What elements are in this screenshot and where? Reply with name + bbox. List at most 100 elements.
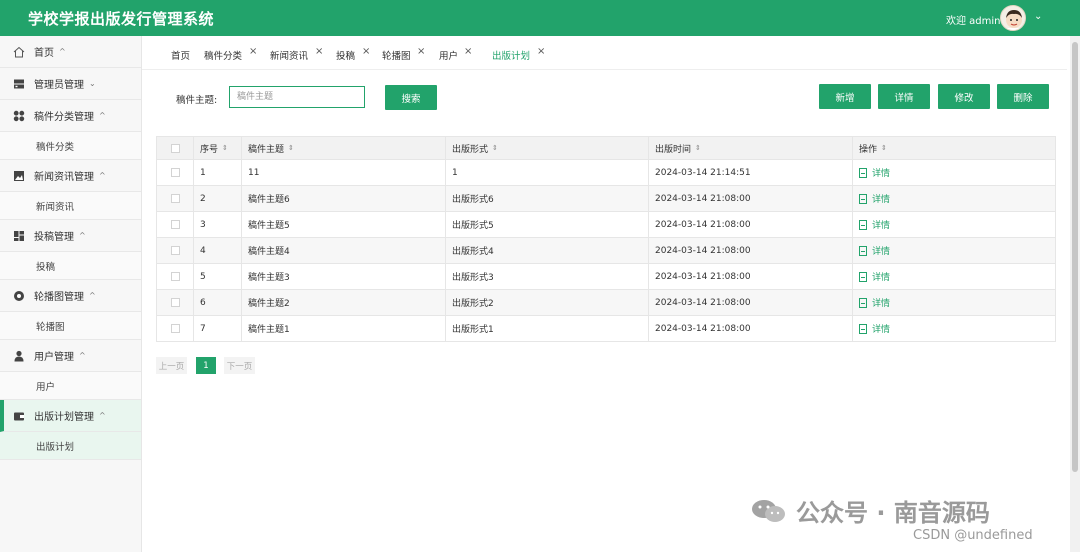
- sidebar-subitem-carousel[interactable]: 轮播图: [0, 312, 141, 340]
- row-detail-link[interactable]: 详情: [859, 296, 890, 309]
- row-detail-link[interactable]: 详情: [859, 192, 890, 205]
- cell-no: 5: [194, 264, 242, 289]
- chevron-down-icon[interactable]: ⌄: [1034, 11, 1042, 22]
- add-button[interactable]: 新增: [819, 84, 871, 109]
- scrollbar[interactable]: [1070, 36, 1080, 552]
- sidebar-subitem-submission[interactable]: 投稿: [0, 252, 141, 280]
- sort-icon[interactable]: ⇕: [222, 144, 228, 152]
- row-checkbox[interactable]: [170, 272, 180, 281]
- sidebar-subitem-news[interactable]: 新闻资讯: [0, 192, 141, 220]
- table-row[interactable]: 7 稿件主题1 出版形式1 2024-03-14 21:08:00 详情: [156, 316, 1056, 342]
- sidebar: 首页 ^ 管理员管理 ⌄ 稿件分类管理 ^ 稿件分类 新闻资讯管理 ^ 新闻资讯…: [0, 36, 142, 552]
- column-header-no[interactable]: 序号 ⇕: [194, 137, 242, 159]
- document-icon: [859, 297, 867, 308]
- sidebar-subitem-users[interactable]: 用户: [0, 372, 141, 400]
- server-icon: [12, 77, 26, 91]
- cell-topic: 稿件主题2: [242, 290, 446, 315]
- tab-carousel[interactable]: 轮播图 ×: [382, 46, 425, 62]
- close-icon[interactable]: ×: [315, 46, 323, 57]
- tab-users[interactable]: 用户 ×: [439, 46, 472, 62]
- sidebar-item-publish-plan[interactable]: 出版计划管理 ^: [0, 400, 141, 432]
- close-icon[interactable]: ×: [537, 46, 545, 57]
- table-row[interactable]: 4 稿件主题4 出版形式4 2024-03-14 21:08:00 详情: [156, 238, 1056, 264]
- table-row[interactable]: 2 稿件主题6 出版形式6 2024-03-14 21:08:00 详情: [156, 186, 1056, 212]
- avatar[interactable]: [1000, 5, 1026, 31]
- close-icon[interactable]: ×: [464, 46, 472, 57]
- row-checkbox[interactable]: [170, 324, 180, 333]
- row-detail-link[interactable]: 详情: [859, 322, 890, 335]
- cell-action: 详情: [853, 264, 1056, 289]
- column-label: 稿件主题: [248, 144, 285, 155]
- sidebar-item-admin[interactable]: 管理员管理 ⌄: [0, 68, 141, 100]
- detail-button[interactable]: 详情: [878, 84, 930, 109]
- column-label: 出版时间: [655, 144, 692, 155]
- table-row[interactable]: 1 11 1 2024-03-14 21:14:51 详情: [156, 160, 1056, 186]
- tab-submission[interactable]: 投稿 ×: [336, 46, 370, 62]
- sort-icon[interactable]: ⇕: [695, 144, 701, 152]
- tab-news[interactable]: 新闻资讯 ×: [270, 46, 323, 62]
- scrollbar-thumb[interactable]: [1072, 42, 1078, 472]
- image-icon: [12, 169, 26, 183]
- sidebar-item-submission[interactable]: 投稿管理 ^: [0, 220, 141, 252]
- row-detail-link[interactable]: 详情: [859, 244, 890, 257]
- detail-label: 详情: [872, 221, 891, 231]
- row-checkbox[interactable]: [170, 298, 180, 307]
- delete-button[interactable]: 删除: [997, 84, 1049, 109]
- select-all-checkbox[interactable]: [170, 143, 180, 153]
- row-checkbox[interactable]: [170, 168, 180, 177]
- sidebar-item-category[interactable]: 稿件分类管理 ^: [0, 100, 141, 132]
- page-1-button[interactable]: 1: [196, 357, 216, 374]
- row-checkbox[interactable]: [170, 194, 180, 203]
- tab-home[interactable]: 首页: [171, 48, 190, 62]
- sort-icon[interactable]: ⇕: [881, 144, 887, 152]
- prev-page-button[interactable]: 上一页: [156, 357, 187, 374]
- sort-icon[interactable]: ⇕: [288, 144, 294, 152]
- column-header-action[interactable]: 操作 ⇕: [853, 137, 1056, 159]
- sidebar-item-label: 稿件分类管理: [34, 112, 94, 123]
- column-header-topic[interactable]: 稿件主题 ⇕: [242, 137, 446, 159]
- tab-category[interactable]: 稿件分类 ×: [204, 46, 257, 62]
- detail-label: 详情: [872, 247, 891, 257]
- tab-publish-plan[interactable]: 出版计划 ×: [492, 46, 545, 62]
- document-icon: [859, 167, 867, 178]
- cell-no: 1: [194, 160, 242, 185]
- cell-no: 7: [194, 316, 242, 341]
- cell-action: 详情: [853, 290, 1056, 315]
- sidebar-item-users[interactable]: 用户管理 ^: [0, 340, 141, 372]
- table-header: 序号 ⇕ 稿件主题 ⇕ 出版形式 ⇕ 出版时间 ⇕ 操作 ⇕: [156, 136, 1056, 160]
- cell-form: 出版形式2: [446, 290, 649, 315]
- row-checkbox[interactable]: [170, 246, 180, 255]
- row-detail-link[interactable]: 详情: [859, 166, 890, 179]
- row-detail-link[interactable]: 详情: [859, 218, 890, 231]
- sidebar-item-home[interactable]: 首页 ^: [0, 36, 141, 68]
- table-row[interactable]: 3 稿件主题5 出版形式5 2024-03-14 21:08:00 详情: [156, 212, 1056, 238]
- close-icon[interactable]: ×: [249, 46, 257, 57]
- record-icon: [12, 289, 26, 303]
- sidebar-item-label: 用户管理: [34, 352, 74, 363]
- column-label: 出版形式: [452, 144, 489, 155]
- cell-form: 出版形式3: [446, 264, 649, 289]
- cell-form: 出版形式6: [446, 186, 649, 211]
- sidebar-subitem-publish-plan[interactable]: 出版计划: [0, 432, 141, 460]
- search-button[interactable]: 搜索: [385, 85, 437, 110]
- user-icon: [12, 349, 26, 363]
- sort-icon[interactable]: ⇕: [492, 144, 498, 152]
- row-detail-link[interactable]: 详情: [859, 270, 890, 283]
- row-checkbox[interactable]: [170, 220, 180, 229]
- column-header-time[interactable]: 出版时间 ⇕: [649, 137, 853, 159]
- sidebar-item-carousel[interactable]: 轮播图管理 ^: [0, 280, 141, 312]
- sidebar-item-news[interactable]: 新闻资讯管理 ^: [0, 160, 141, 192]
- table-row[interactable]: 5 稿件主题3 出版形式3 2024-03-14 21:08:00 详情: [156, 264, 1056, 290]
- edit-button[interactable]: 修改: [938, 84, 990, 109]
- cell-action: 详情: [853, 316, 1056, 341]
- close-icon[interactable]: ×: [417, 46, 425, 57]
- cell-action: 详情: [853, 212, 1056, 237]
- table-row[interactable]: 6 稿件主题2 出版形式2 2024-03-14 21:08:00 详情: [156, 290, 1056, 316]
- search-input[interactable]: 稿件主题: [229, 86, 365, 108]
- column-header-form[interactable]: 出版形式 ⇕: [446, 137, 649, 159]
- next-page-button[interactable]: 下一页: [224, 357, 255, 374]
- data-table: 序号 ⇕ 稿件主题 ⇕ 出版形式 ⇕ 出版时间 ⇕ 操作 ⇕ 1 11 1 2024-03…: [156, 136, 1056, 342]
- close-icon[interactable]: ×: [362, 46, 370, 57]
- sidebar-subitem-category[interactable]: 稿件分类: [0, 132, 141, 160]
- document-icon: [859, 271, 867, 282]
